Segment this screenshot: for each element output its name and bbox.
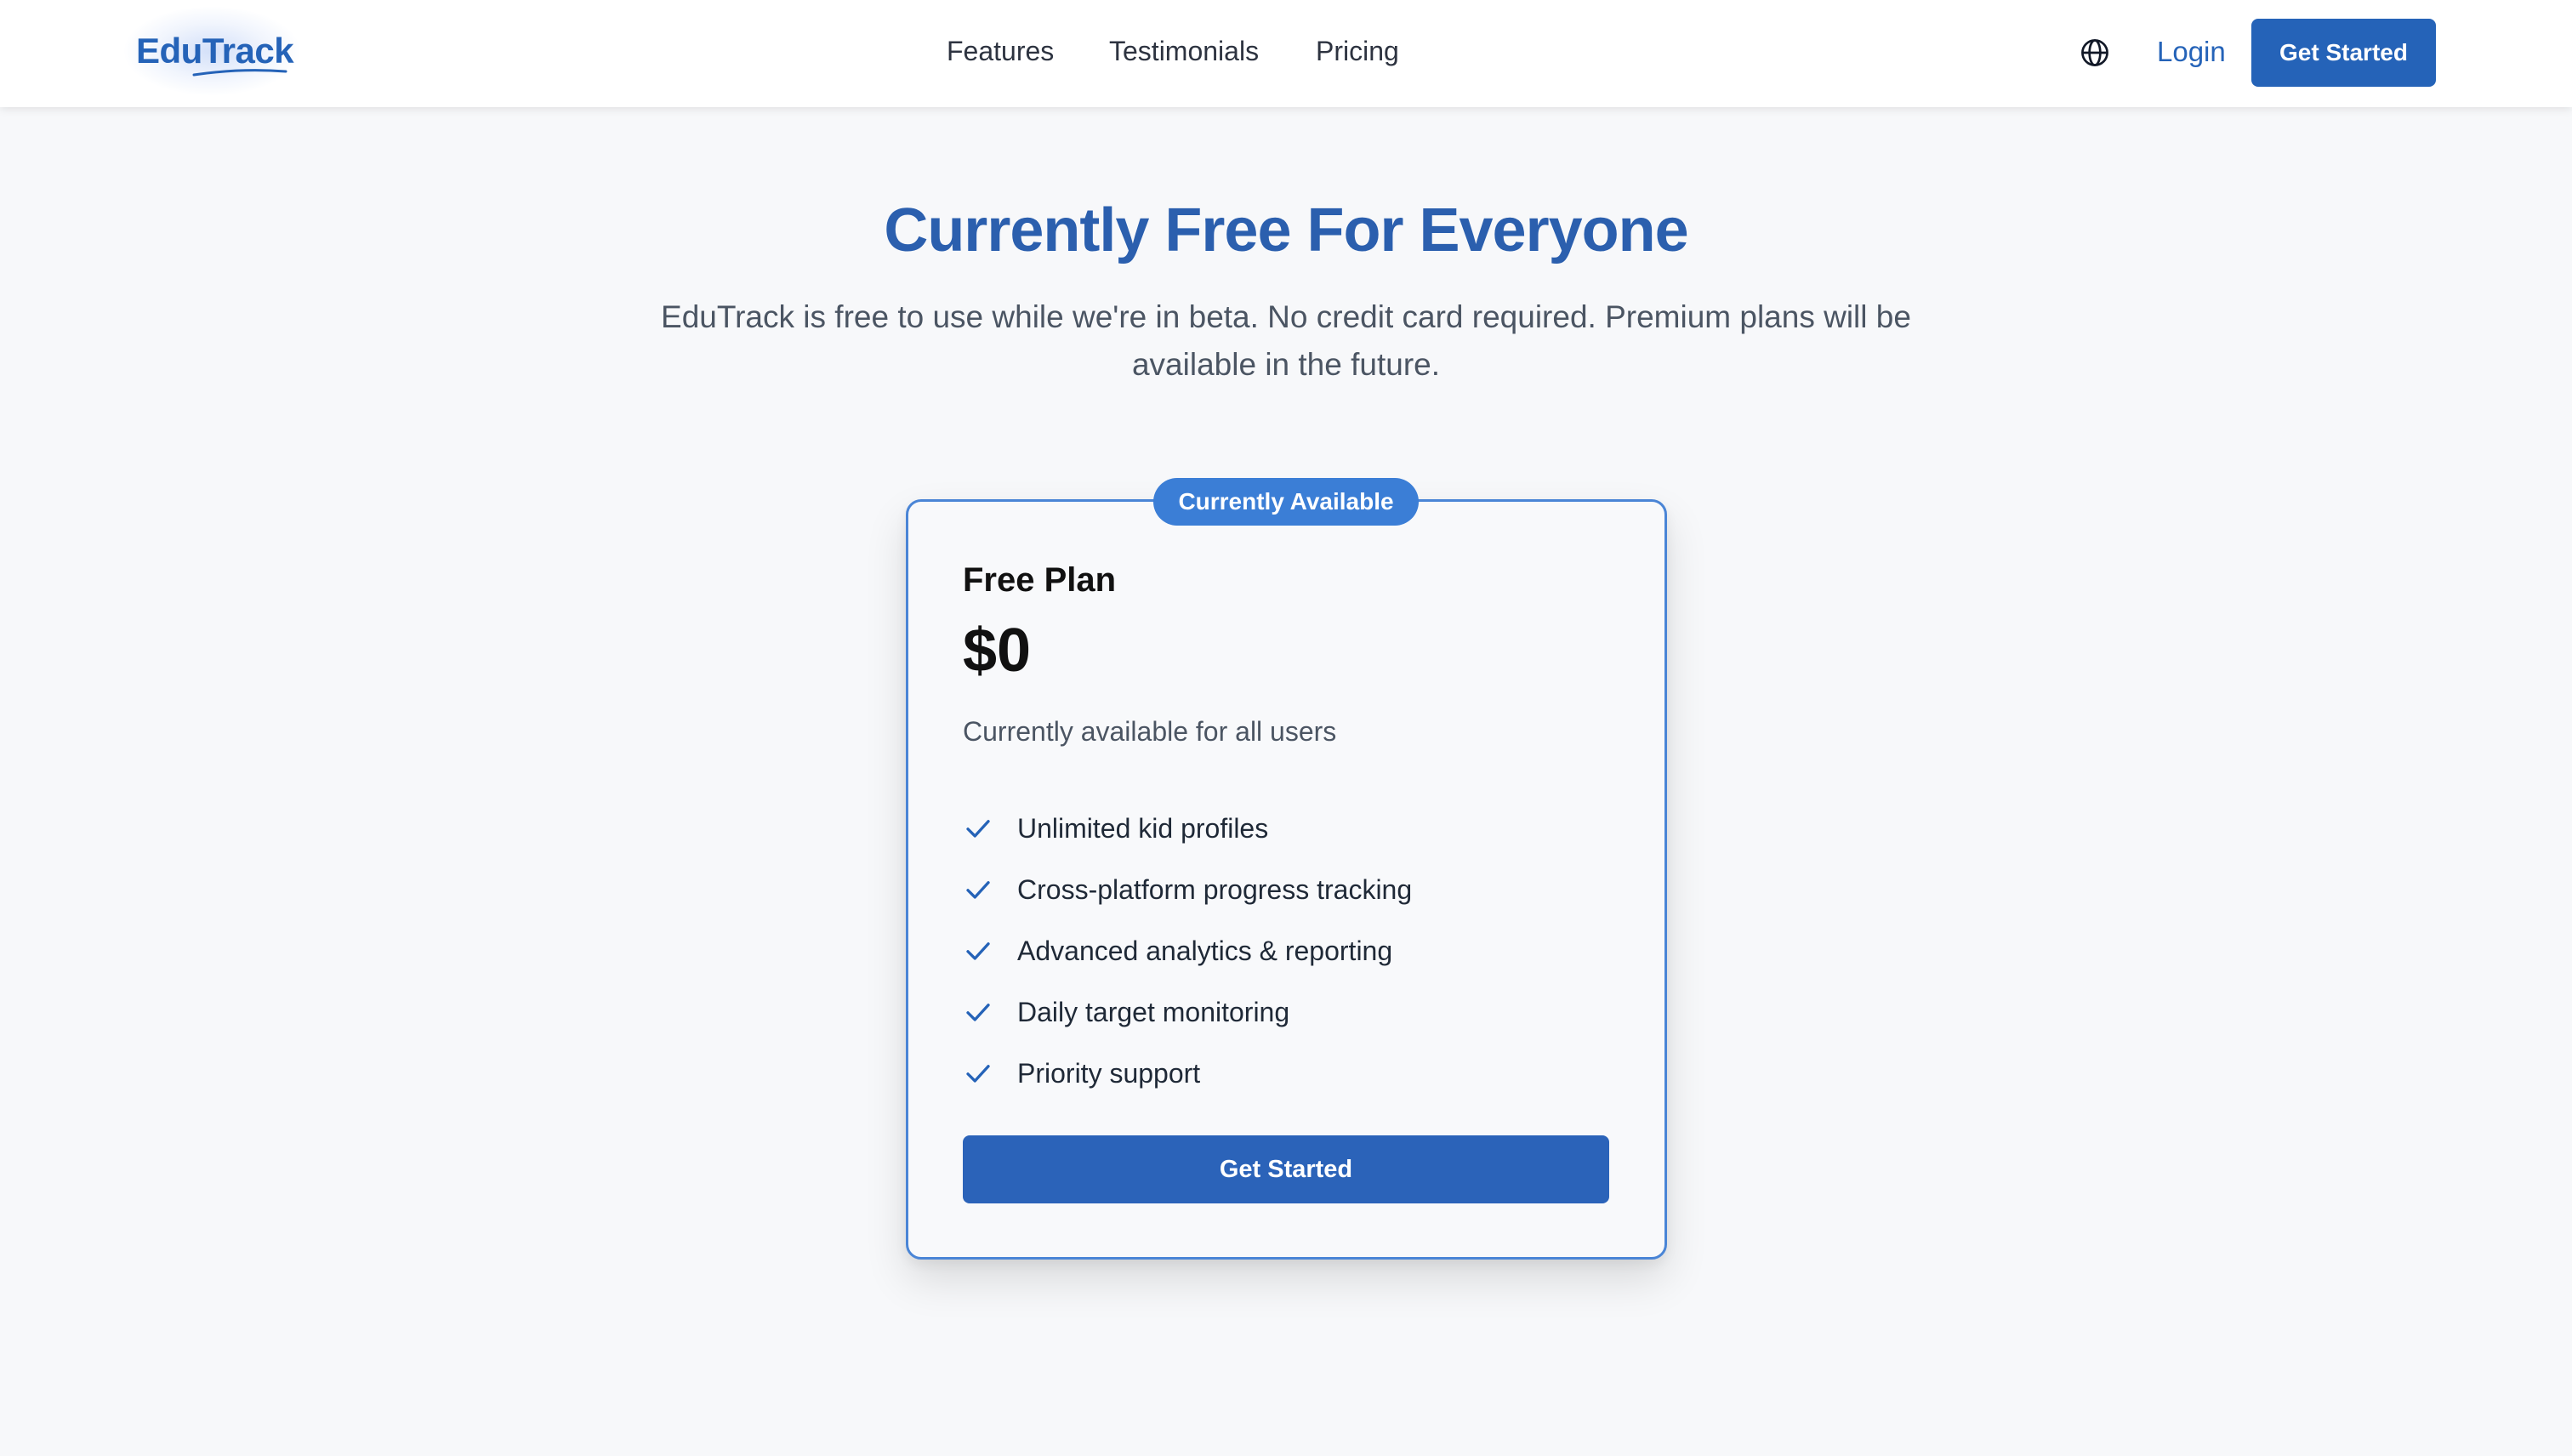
feature-item: Advanced analytics & reporting (963, 920, 1626, 981)
check-icon (966, 1004, 990, 1021)
feature-item: Daily target monitoring (963, 981, 1626, 1043)
check-icon (966, 1065, 990, 1083)
feature-label: Cross-platform progress tracking (1017, 873, 1413, 905)
globe-icon[interactable] (2079, 37, 2111, 69)
get-started-button-card[interactable]: Get Started (963, 1135, 1609, 1203)
get-started-button-nav[interactable]: Get Started (2251, 19, 2436, 87)
hero-title: Currently Free For Everyone (884, 196, 1688, 264)
top-navbar: EduTrack Features Testimonials Pricing L… (0, 0, 2572, 107)
feature-label: Priority support (1017, 1057, 1201, 1089)
nav-link-pricing[interactable]: Pricing (1316, 36, 1399, 67)
check-icon (966, 881, 990, 899)
plan-price: $0 (963, 617, 1032, 685)
check-icon (966, 820, 990, 838)
feature-label: Unlimited kid profiles (1017, 812, 1269, 844)
check-icon (966, 942, 990, 960)
feature-list: Unlimited kid profiles Cross-platform pr… (963, 798, 1626, 1104)
feature-item: Cross-platform progress tracking (963, 859, 1626, 920)
plan-name: Free Plan (963, 561, 1117, 599)
nav-link-features[interactable]: Features (947, 36, 1054, 67)
login-link[interactable]: Login (2157, 36, 2226, 68)
plan-description: Currently available for all users (963, 716, 1337, 747)
feature-label: Advanced analytics & reporting (1017, 935, 1393, 966)
feature-item: Unlimited kid profiles (963, 798, 1626, 859)
nav-link-testimonials[interactable]: Testimonials (1109, 36, 1259, 67)
status-badge: Currently Available (1153, 478, 1419, 526)
logo-underline-swoosh (192, 69, 287, 77)
brand-logo[interactable]: EduTrack (136, 31, 294, 71)
hero-subtitle: EduTrack is free to use while we're in b… (661, 299, 1911, 382)
feature-item: Priority support (963, 1043, 1626, 1104)
feature-label: Daily target monitoring (1017, 996, 1290, 1027)
